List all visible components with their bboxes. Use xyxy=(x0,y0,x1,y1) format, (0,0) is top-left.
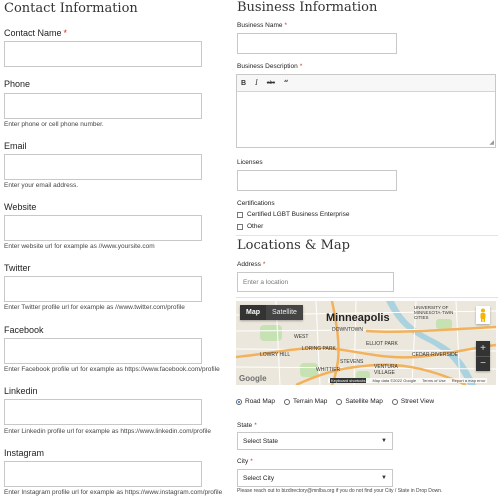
business-section: Business Information Business Name * Busi… xyxy=(236,0,500,500)
contact-heading: Contact Information xyxy=(4,1,138,16)
map-data-attribution: Map data ©2022 Google xyxy=(372,378,417,383)
required-marker: * xyxy=(284,22,288,29)
linkedin-label: Linkedin xyxy=(4,386,38,396)
radio-street-view[interactable]: Street View xyxy=(391,398,434,405)
certifications-label: Certifications xyxy=(237,200,275,207)
checkbox[interactable] xyxy=(237,211,243,218)
map-type-radios: Road Map Terrain Map Satellite Map Stree… xyxy=(236,398,434,405)
map-place-label: WHITTIER xyxy=(316,367,341,373)
map-place-label: LOWRY HILL xyxy=(260,352,291,358)
terms-link[interactable]: Terms of Use xyxy=(422,378,446,383)
facebook-help: Enter Facebook profile url for example a… xyxy=(4,366,220,373)
city-select[interactable]: Select City ▼ xyxy=(237,469,393,487)
state-select[interactable]: Select State ▼ xyxy=(237,432,393,450)
facebook-input[interactable] xyxy=(4,338,202,364)
radio-satellite-map[interactable]: Satellite Map xyxy=(336,398,383,405)
contact-name-input[interactable] xyxy=(4,41,202,67)
map-place-label: ELLIOT PARK xyxy=(366,341,398,347)
email-label: Email xyxy=(4,141,27,151)
google-map[interactable]: Minneapolis DOWNTOWN WEST ELLIOT PARK LO… xyxy=(236,301,496,385)
google-logo: Google xyxy=(239,374,267,383)
address-label: Address * xyxy=(237,261,266,268)
email-help: Enter your email address. xyxy=(4,182,79,189)
website-label: Website xyxy=(4,202,37,212)
required-marker: * xyxy=(250,458,253,465)
website-input[interactable] xyxy=(4,215,202,241)
radio-terrain-map[interactable]: Terrain Map xyxy=(284,398,327,405)
map-tab-map[interactable]: Map xyxy=(240,305,266,320)
required-marker: * xyxy=(254,422,257,429)
map-place-label: STEVENS xyxy=(340,359,364,365)
instagram-input[interactable] xyxy=(4,461,202,487)
radio-button[interactable] xyxy=(284,398,290,405)
business-heading: Business Information xyxy=(237,0,378,15)
twitter-help: Enter Twitter profile url for example as… xyxy=(4,304,185,311)
radio-button[interactable] xyxy=(336,398,343,405)
facebook-label: Facebook xyxy=(4,325,44,335)
licenses-label: Licenses xyxy=(237,159,263,166)
business-description-label: Business Description * xyxy=(237,63,303,70)
business-name-label: Business Name * xyxy=(237,22,288,29)
map-tab-satellite[interactable]: Satellite xyxy=(266,305,303,320)
twitter-input[interactable] xyxy=(4,276,202,302)
map-place-label: LORING PARK xyxy=(302,346,336,352)
dropdown-caret-icon: ▼ xyxy=(381,438,387,444)
business-name-input[interactable] xyxy=(237,33,397,54)
resize-handle-icon[interactable]: ◢ xyxy=(489,139,494,146)
section-divider xyxy=(236,297,498,298)
map-place-label: VENTURA VILLAGE xyxy=(374,364,398,376)
certification-option-lgbt[interactable]: Certified LGBT Business Enterprise xyxy=(237,211,349,218)
zoom-controls: + − xyxy=(476,341,490,371)
twitter-label: Twitter xyxy=(4,263,31,273)
italic-icon[interactable]: I xyxy=(255,79,258,87)
editor-toolbar: B I abc “ xyxy=(237,75,495,92)
address-input[interactable] xyxy=(237,272,394,292)
radio-button[interactable] xyxy=(236,398,242,405)
email-input[interactable] xyxy=(4,154,202,180)
checkbox[interactable] xyxy=(237,223,243,230)
certification-option-other[interactable]: Other xyxy=(237,223,263,230)
section-divider xyxy=(236,235,498,236)
map-place-label: DOWNTOWN xyxy=(332,327,364,333)
phone-help: Enter phone or cell phone number. xyxy=(4,121,104,128)
locations-heading: Locations & Map xyxy=(237,238,350,253)
phone-input[interactable] xyxy=(4,93,202,119)
quote-icon[interactable]: “ xyxy=(284,78,289,88)
linkedin-help: Enter Linkedin profile url for example a… xyxy=(4,428,212,435)
contact-name-label: Contact Name * xyxy=(4,28,68,38)
map-place-label: UNIVERSITY OF MINNESOTA-TWIN CITIES xyxy=(414,305,454,320)
report-error-link[interactable]: Report a map error xyxy=(452,378,486,383)
city-label: City * xyxy=(237,458,253,465)
phone-label: Phone xyxy=(4,79,31,89)
zoom-out-icon[interactable]: − xyxy=(476,357,490,372)
map-footer: Keyboard shortcuts Map data ©2022 Google… xyxy=(328,378,488,383)
required-marker: * xyxy=(299,63,303,70)
keyboard-shortcuts-link[interactable]: Keyboard shortcuts xyxy=(330,378,367,383)
required-marker: * xyxy=(262,261,266,268)
linkedin-input[interactable] xyxy=(4,399,202,425)
state-label: State * xyxy=(237,422,257,429)
website-help: Enter website url for example as //www.y… xyxy=(4,243,155,250)
map-city-label: Minneapolis xyxy=(326,312,390,324)
pegman-icon[interactable] xyxy=(476,306,490,324)
map-type-toggle: Map Satellite xyxy=(240,305,303,320)
map-place-label: CEDAR-RIVERSIDE xyxy=(412,352,459,358)
city-help: Please reach out to bizdirectory@mnlba.o… xyxy=(237,488,443,494)
instagram-label: Instagram xyxy=(4,448,45,458)
bold-icon[interactable]: B xyxy=(241,80,246,87)
instagram-help: Enter Instagram profile url for example … xyxy=(4,489,223,496)
licenses-input[interactable] xyxy=(237,170,397,191)
radio-button[interactable] xyxy=(391,398,398,405)
strikethrough-icon[interactable]: abc xyxy=(267,80,275,86)
radio-road-map[interactable]: Road Map xyxy=(236,398,275,405)
business-description-editor[interactable]: B I abc “ ◢ xyxy=(236,74,496,148)
dropdown-caret-icon: ▼ xyxy=(381,475,387,481)
zoom-in-icon[interactable]: + xyxy=(476,341,490,356)
map-place-label: WEST xyxy=(294,334,309,340)
required-marker: * xyxy=(63,28,68,38)
